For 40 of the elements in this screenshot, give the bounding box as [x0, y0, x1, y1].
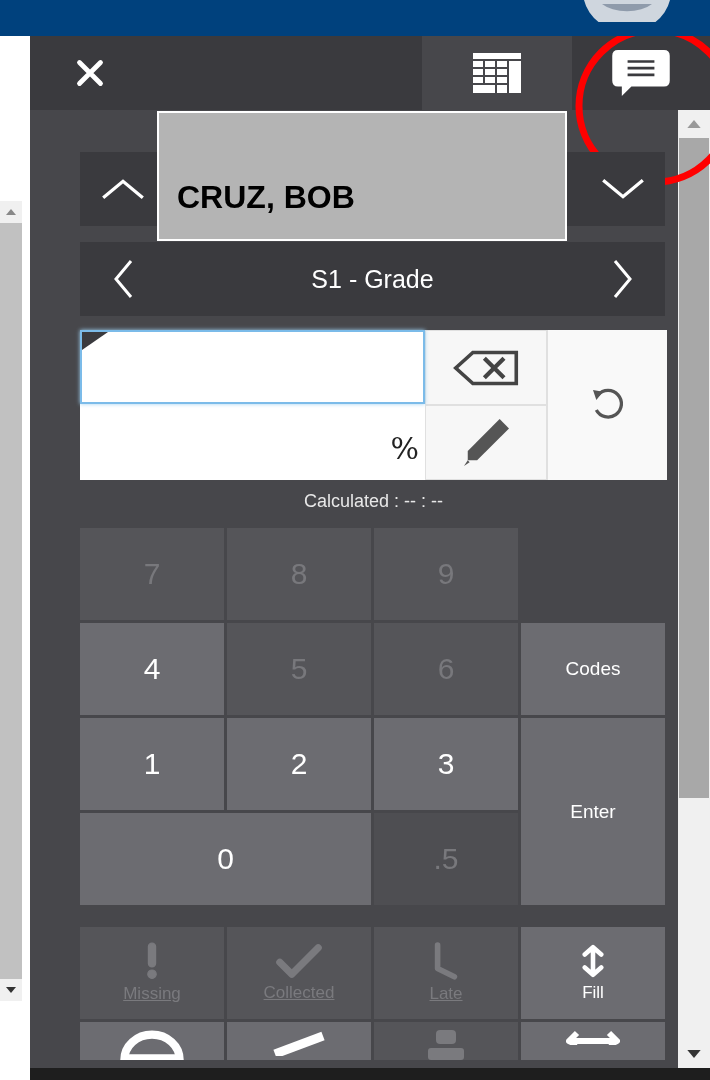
score-input-field[interactable] — [80, 330, 425, 404]
chevron-left-icon — [111, 259, 134, 299]
keypad-key[interactable]: 3 — [374, 718, 518, 810]
action-button[interactable] — [521, 1022, 665, 1060]
clock-hands-icon — [432, 942, 460, 980]
keypad-key[interactable]: Enter — [521, 718, 665, 905]
up-arrow-icon[interactable] — [6, 209, 16, 215]
chevron-right-icon — [611, 259, 634, 299]
chevron-down-icon — [600, 178, 645, 200]
pencil-icon — [463, 419, 509, 466]
down-arrow-icon[interactable] — [687, 1050, 701, 1058]
close-icon — [75, 58, 105, 88]
keypad-key[interactable]: Codes — [521, 623, 665, 715]
scrollbar[interactable] — [0, 201, 22, 1001]
grid-icon — [473, 53, 521, 93]
action-button[interactable]: Fill — [521, 927, 665, 1019]
backspace-button[interactable] — [425, 330, 547, 405]
scrollbar[interactable] — [678, 110, 710, 1068]
keypad-key[interactable]: 2 — [227, 718, 371, 810]
stamp-icon — [426, 1030, 466, 1060]
assignment-title: S1 - Grade — [310, 263, 435, 295]
keypad-key[interactable]: 0 — [80, 813, 371, 905]
percent-sign: % — [390, 431, 419, 466]
student-name-popup: CRUZ, BOB — [157, 111, 567, 241]
checkmark-icon — [274, 943, 324, 979]
keypad-key[interactable]: 1 — [80, 718, 224, 810]
edit-button[interactable] — [425, 405, 547, 480]
vertical-arrows-icon — [582, 943, 604, 979]
chevron-up-icon — [100, 178, 145, 200]
action-button[interactable] — [80, 1022, 224, 1060]
keypad-key[interactable]: 4 — [80, 623, 224, 715]
action-button[interactable] — [227, 1022, 371, 1060]
exclamation-icon — [146, 942, 158, 980]
calculated-status: Calculated : -- : -- — [302, 491, 444, 512]
emblem-icon — [582, 0, 672, 22]
horizontal-arrows-icon — [566, 1030, 620, 1045]
down-arrow-icon[interactable] — [6, 987, 16, 993]
speech-bubble-icon — [612, 50, 670, 96]
grid-view-button[interactable] — [422, 36, 572, 110]
backspace-icon — [453, 349, 519, 386]
